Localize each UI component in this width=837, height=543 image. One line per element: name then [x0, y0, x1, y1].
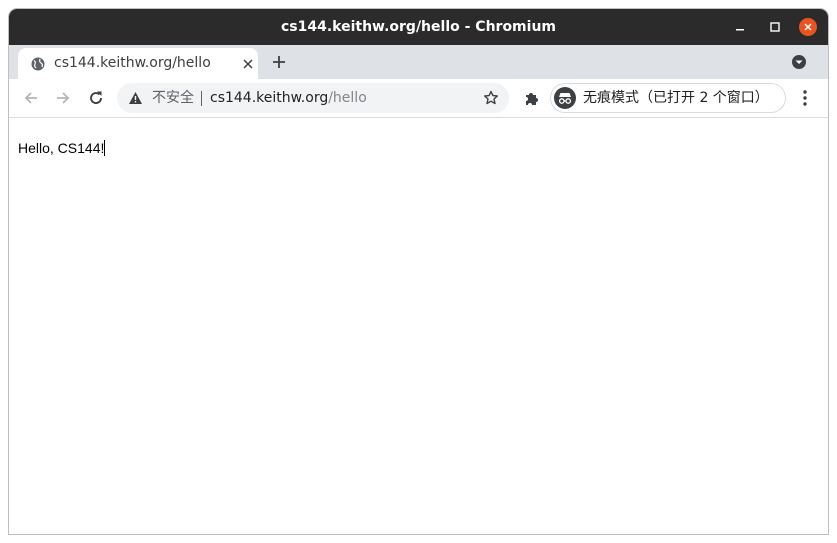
window-title: cs144.keithw.org/hello - Chromium [280, 19, 557, 35]
minimize-icon [736, 29, 744, 31]
tab-strip: cs144.keithw.org/hello [9, 45, 828, 79]
globe-icon [31, 57, 45, 71]
url-host: cs144.keithw.org [210, 90, 329, 106]
text-caret [104, 140, 106, 156]
maximize-button[interactable] [765, 17, 785, 37]
close-icon [799, 18, 817, 36]
browser-window: cs144.keithw.org/hello - Chromium cs144.… [9, 9, 828, 534]
incognito-button[interactable]: 无痕模式（已打开 2 个窗口） [550, 83, 786, 113]
maximize-icon [770, 22, 780, 32]
close-window-button[interactable] [798, 17, 818, 37]
more-menu-icon[interactable] [801, 89, 809, 107]
toolbar: 不安全 cs144.keithw.org/hello 无痕模式（已打开 2 个窗… [9, 79, 828, 118]
close-tab-icon[interactable] [242, 58, 254, 70]
extensions-icon[interactable] [523, 89, 541, 107]
tab-title: cs144.keithw.org/hello [54, 55, 211, 71]
new-tab-icon[interactable] [271, 54, 287, 70]
page-content: Hello, CS144! [9, 118, 828, 534]
reload-icon[interactable] [87, 89, 105, 107]
title-bar: cs144.keithw.org/hello - Chromium [9, 9, 828, 45]
forward-arrow-icon[interactable] [54, 89, 72, 107]
incognito-label: 无痕模式（已打开 2 个窗口） [583, 90, 769, 106]
warning-icon[interactable] [128, 91, 143, 105]
back-arrow-icon[interactable] [22, 89, 40, 107]
omnibox-separator [201, 91, 202, 106]
incognito-icon [554, 87, 576, 109]
minimize-button[interactable] [730, 17, 750, 37]
hello-text: Hello, CS144! [18, 140, 105, 156]
bookmark-star-icon[interactable] [483, 90, 499, 106]
url-text[interactable]: cs144.keithw.org/hello [210, 83, 367, 113]
address-bar[interactable]: 不安全 cs144.keithw.org/hello [117, 83, 509, 113]
tab-search-icon[interactable] [791, 54, 807, 70]
tab-hello[interactable]: cs144.keithw.org/hello [18, 48, 258, 79]
url-path: /hello [328, 90, 367, 106]
page-body-text: Hello, CS144! [18, 140, 106, 156]
security-label[interactable]: 不安全 [152, 83, 194, 113]
